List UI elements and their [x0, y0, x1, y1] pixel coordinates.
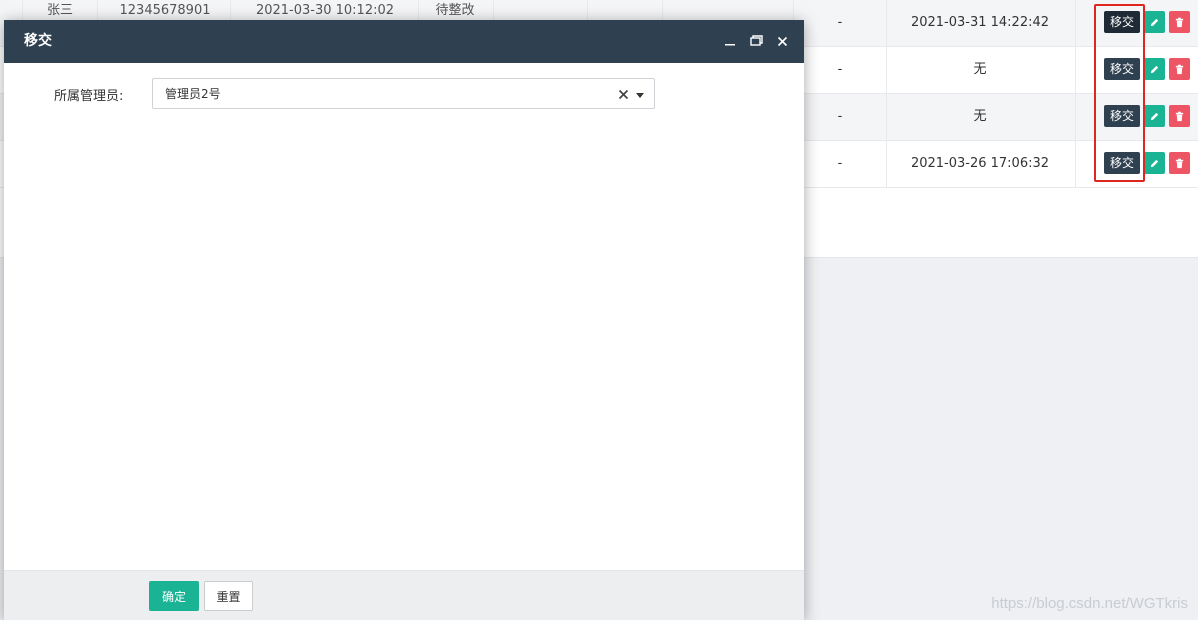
highlight-box — [1094, 4, 1145, 182]
dash-cell: - — [837, 62, 843, 77]
maximize-icon — [749, 35, 763, 46]
delete-button[interactable] — [1169, 58, 1190, 80]
minimize-button[interactable] — [722, 32, 738, 50]
transfer-dialog: 移交 所属管理员: 管理员2号 确定 重置 — [4, 20, 804, 620]
edit-button[interactable] — [1144, 152, 1165, 174]
dialog-footer: 确定 重置 — [4, 570, 804, 620]
caret-down-icon[interactable] — [636, 93, 644, 98]
admin-select-value: 管理员2号 — [165, 87, 221, 101]
pencil-icon — [1150, 65, 1159, 73]
window-controls — [722, 32, 790, 50]
confirm-button[interactable]: 确定 — [149, 581, 199, 611]
delete-button[interactable] — [1169, 11, 1190, 33]
column-divider — [1075, 0, 1076, 187]
close-button[interactable] — [774, 32, 790, 50]
last-time-cell: 无 — [973, 62, 987, 77]
column-divider — [886, 0, 887, 187]
dash-cell: - — [837, 109, 843, 124]
trash-icon — [1175, 158, 1184, 168]
clear-icon — [618, 89, 628, 99]
trash-icon — [1175, 64, 1184, 74]
edit-button[interactable] — [1144, 11, 1165, 33]
last-time-cell: 无 — [973, 109, 987, 124]
edit-button[interactable] — [1144, 105, 1165, 127]
last-time-cell: 2021-03-26 17:06:32 — [910, 156, 1050, 171]
minimize-icon — [725, 44, 735, 46]
close-icon — [777, 36, 787, 46]
admin-label: 所属管理员: — [54, 89, 124, 104]
edit-button[interactable] — [1144, 58, 1165, 80]
reset-button[interactable]: 重置 — [204, 581, 253, 611]
dialog-body: 所属管理员: 管理员2号 — [4, 63, 804, 570]
delete-button[interactable] — [1169, 152, 1190, 174]
dash-cell: - — [837, 156, 843, 171]
dash-cell: - — [837, 15, 843, 30]
pencil-icon — [1150, 159, 1159, 167]
watermark: https://blog.csdn.net/WGTkris — [991, 595, 1188, 612]
trash-icon — [1175, 111, 1184, 121]
last-time-cell: 2021-03-31 14:22:42 — [910, 15, 1050, 30]
clear-button[interactable] — [616, 85, 630, 103]
dialog-header: 移交 — [4, 20, 804, 63]
admin-select[interactable]: 管理员2号 — [152, 78, 655, 109]
trash-icon — [1175, 17, 1184, 27]
maximize-button[interactable] — [748, 32, 764, 50]
dialog-title: 移交 — [24, 33, 52, 49]
pencil-icon — [1150, 112, 1159, 120]
pencil-icon — [1150, 18, 1159, 26]
delete-button[interactable] — [1169, 105, 1190, 127]
